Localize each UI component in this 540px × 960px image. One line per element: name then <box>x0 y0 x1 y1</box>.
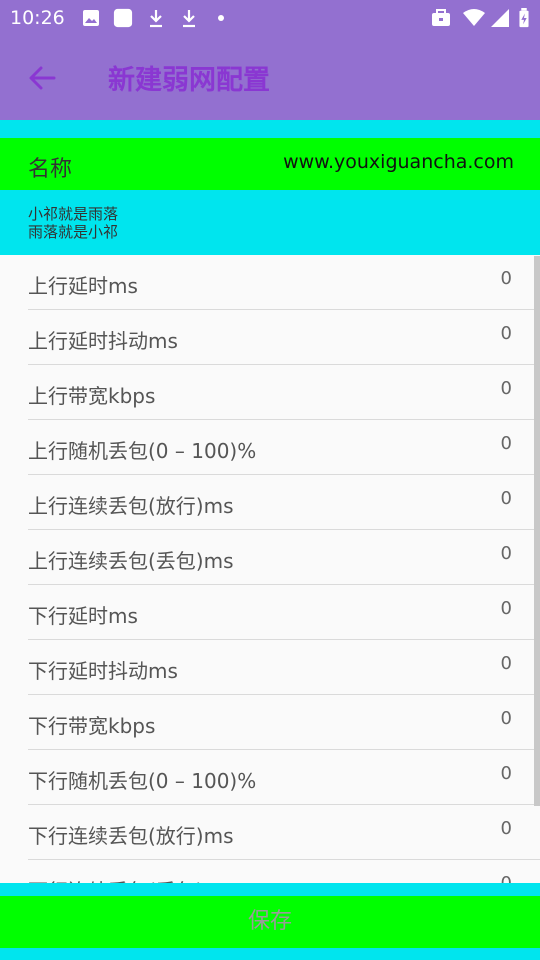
setting-row[interactable]: 上行随机丢包(0 – 100)% 0 <box>0 420 540 475</box>
setting-value[interactable]: 0 <box>501 378 512 399</box>
download-icon <box>150 10 162 28</box>
setting-row[interactable]: 下行带宽kbps 0 <box>0 695 540 750</box>
setting-label: 上行随机丢包(0 – 100)% <box>28 439 257 463</box>
status-time: 10:26 <box>10 7 65 29</box>
download-icon <box>183 10 195 28</box>
save-button[interactable]: 保存 <box>0 896 540 948</box>
setting-value[interactable]: 0 <box>501 323 512 344</box>
back-arrow-icon[interactable] <box>26 62 58 94</box>
setting-label: 下行连续丢包(丢包) <box>28 875 204 883</box>
setting-value[interactable]: 0 <box>501 708 512 729</box>
save-button-label: 保存 <box>247 909 292 934</box>
description-note: 小祁就是雨落 雨落就是小祁 <box>28 205 118 241</box>
setting-value[interactable]: 0 <box>501 268 512 289</box>
setting-row[interactable]: 下行连续丢包(丢包) 0 <box>0 860 540 883</box>
setting-value[interactable]: 0 <box>501 818 512 839</box>
settings-list: 上行延时ms 0 上行延时抖动ms 0 上行带宽kbps 0 上行随机丢包(0 … <box>0 255 540 883</box>
setting-row[interactable]: 下行随机丢包(0 – 100)% 0 <box>0 750 540 805</box>
note-line-1: 小祁就是雨落 <box>28 205 119 223</box>
setting-row[interactable]: 上行连续丢包(放行)ms 0 <box>0 475 540 530</box>
app-bar: 新建弱网配置 <box>0 36 540 120</box>
square-app-icon <box>113 8 133 28</box>
name-field-label: 名称 <box>28 157 73 182</box>
setting-value[interactable]: 0 <box>501 763 512 784</box>
setting-value[interactable]: 0 <box>501 433 512 454</box>
setting-row[interactable]: 下行延时抖动ms 0 <box>0 640 540 695</box>
name-field-row[interactable]: 名称 www.youxiguancha.com <box>0 138 540 190</box>
image-icon <box>83 10 99 26</box>
setting-row[interactable]: 下行延时ms 0 <box>0 585 540 640</box>
setting-label: 下行连续丢包(放行)ms <box>28 824 234 848</box>
setting-label: 下行随机丢包(0 – 100)% <box>28 769 257 793</box>
setting-label: 上行延时ms <box>28 274 138 298</box>
note-line-2: 雨落就是小祁 <box>28 223 119 241</box>
dot-icon <box>218 15 224 21</box>
wifi-icon <box>463 9 485 26</box>
setting-label: 下行延时ms <box>28 604 138 628</box>
setting-label: 下行延时抖动ms <box>28 659 178 683</box>
setting-value[interactable]: 0 <box>501 543 512 564</box>
setting-row[interactable]: 上行带宽kbps 0 <box>0 365 540 420</box>
battery-icon <box>519 8 529 28</box>
page-title: 新建弱网配置 <box>108 65 270 96</box>
setting-value[interactable]: 0 <box>501 488 512 509</box>
setting-row[interactable]: 下行连续丢包(放行)ms 0 <box>0 805 540 860</box>
briefcase-icon <box>432 9 450 26</box>
setting-row[interactable]: 上行连续丢包(丢包)ms 0 <box>0 530 540 585</box>
setting-label: 上行连续丢包(放行)ms <box>28 494 234 518</box>
name-field-input[interactable]: www.youxiguancha.com <box>283 151 514 173</box>
cell-signal-icon <box>491 9 509 27</box>
setting-label: 下行带宽kbps <box>28 714 156 738</box>
status-bar: 10:26 <box>0 0 540 36</box>
scrollbar[interactable] <box>534 256 540 806</box>
setting-row[interactable]: 上行延时抖动ms 0 <box>0 310 540 365</box>
setting-row[interactable]: 上行延时ms 0 <box>0 255 540 310</box>
setting-value[interactable]: 0 <box>501 598 512 619</box>
setting-label: 上行连续丢包(丢包)ms <box>28 549 234 573</box>
setting-label: 上行延时抖动ms <box>28 329 178 353</box>
setting-value[interactable]: 0 <box>501 653 512 674</box>
setting-label: 上行带宽kbps <box>28 384 156 408</box>
setting-value[interactable]: 0 <box>501 873 512 883</box>
